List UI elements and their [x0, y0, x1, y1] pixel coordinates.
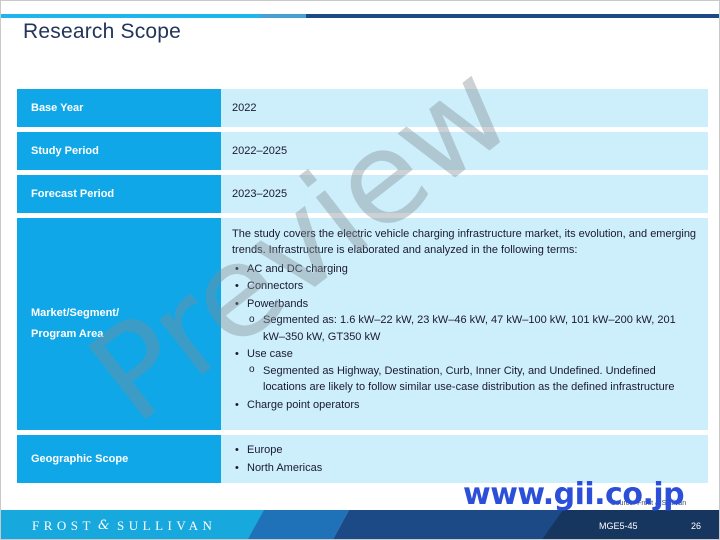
research-scope-table: Base Year 2022 Study Period 2022–2025 Fo… — [17, 89, 708, 488]
list-item-label: Charge point operators — [247, 398, 360, 411]
bullet-glyph-icon: • — [235, 398, 239, 411]
top-accent-segment-mid — [261, 14, 306, 18]
list-item-label: Powerbands — [247, 297, 309, 310]
market-bullet-list: • AC and DC charging • Connectors • Powe… — [232, 261, 698, 415]
frost-sullivan-logo: FROST & SULLIVAN — [32, 510, 217, 539]
bullet-glyph-icon: • — [235, 462, 239, 474]
sub-list-item: o Segmented as Highway, Destination, Cur… — [247, 363, 698, 396]
table-row: Market/Segment/ Program Area The study c… — [17, 218, 708, 430]
row-label-geographic-scope: Geographic Scope — [17, 435, 221, 483]
bullet-glyph-icon: • — [235, 297, 239, 310]
slide-canvas: Research Scope Base Year 2022 Study Peri… — [0, 0, 720, 540]
row-value-forecast-period: 2023–2025 — [221, 175, 708, 213]
row-label-market-line2: Program Area — [31, 328, 104, 340]
top-accent-bar — [1, 14, 719, 18]
bullet-glyph-icon: • — [235, 348, 239, 361]
row-value-market-segment: The study covers the electric vehicle ch… — [221, 218, 708, 430]
document-code: MGE5-45 — [599, 520, 638, 531]
row-value-geographic-scope: • Europe • North Americas — [221, 435, 708, 483]
row-label-market-segment: Market/Segment/ Program Area — [17, 218, 221, 430]
bullet-glyph-icon: • — [235, 443, 239, 456]
sub-bullet-list: o Segmented as Highway, Destination, Cur… — [247, 363, 698, 396]
page-title: Research Scope — [23, 20, 182, 43]
market-intro-text: The study covers the electric vehicle ch… — [232, 228, 697, 256]
row-label-market-line1: Market/Segment/ — [31, 307, 120, 320]
sub-list-item-label: Segmented as Highway, Destination, Curb,… — [263, 364, 675, 394]
geographic-list: • Europe • North Americas — [232, 441, 698, 477]
list-item: • Europe — [232, 441, 698, 459]
brand-first-word: FROST — [32, 517, 95, 533]
list-item: • Powerbands o Segmented as: 1.6 kW–22 k… — [232, 296, 698, 346]
circle-bullet-glyph-icon: o — [249, 313, 255, 325]
row-label-base-year: Base Year — [17, 89, 221, 127]
sub-list-item: o Segmented as: 1.6 kW–22 kW, 23 kW–46 k… — [247, 312, 698, 345]
slide-footer: FROST & SULLIVAN MGE5-45 26 — [1, 510, 719, 539]
top-accent-segment-cyan — [1, 14, 261, 18]
page-number: 26 — [691, 520, 702, 531]
table-row: Study Period 2022–2025 — [17, 132, 708, 170]
sub-list-item-label: Segmented as: 1.6 kW–22 kW, 23 kW–46 kW,… — [263, 314, 676, 343]
list-item-label: Connectors — [247, 280, 304, 293]
top-accent-segment-navy — [306, 14, 719, 18]
brand-ampersand-icon: & — [97, 518, 115, 533]
list-item-label: AC and DC charging — [247, 262, 348, 275]
circle-bullet-glyph-icon: o — [249, 364, 255, 376]
table-row: Geographic Scope • Europe • North Americ… — [17, 435, 708, 483]
footer-mid-band — [247, 510, 349, 539]
list-item: • Charge point operators — [232, 397, 698, 414]
brand-last-word: SULLIVAN — [117, 517, 217, 533]
list-item: • Connectors — [232, 278, 698, 295]
bullet-glyph-icon: • — [235, 262, 239, 275]
list-item-label: North Americas — [247, 462, 323, 474]
row-value-base-year: 2022 — [221, 89, 708, 127]
row-label-forecast-period: Forecast Period — [17, 175, 221, 213]
row-label-study-period: Study Period — [17, 132, 221, 170]
row-value-study-period: 2022–2025 — [221, 132, 708, 170]
list-item-label: Use case — [247, 348, 293, 361]
table-row: Forecast Period 2023–2025 — [17, 175, 708, 213]
table-row: Base Year 2022 — [17, 89, 708, 127]
list-item-label: Europe — [247, 443, 283, 456]
sub-bullet-list: o Segmented as: 1.6 kW–22 kW, 23 kW–46 k… — [247, 312, 698, 345]
list-item: • AC and DC charging — [232, 261, 698, 278]
list-item: • North Americas — [232, 459, 698, 477]
bullet-glyph-icon: • — [235, 280, 239, 293]
list-item: • Use case o Segmented as Highway, Desti… — [232, 346, 698, 396]
site-watermark: www.gii.co.jp — [463, 477, 685, 512]
